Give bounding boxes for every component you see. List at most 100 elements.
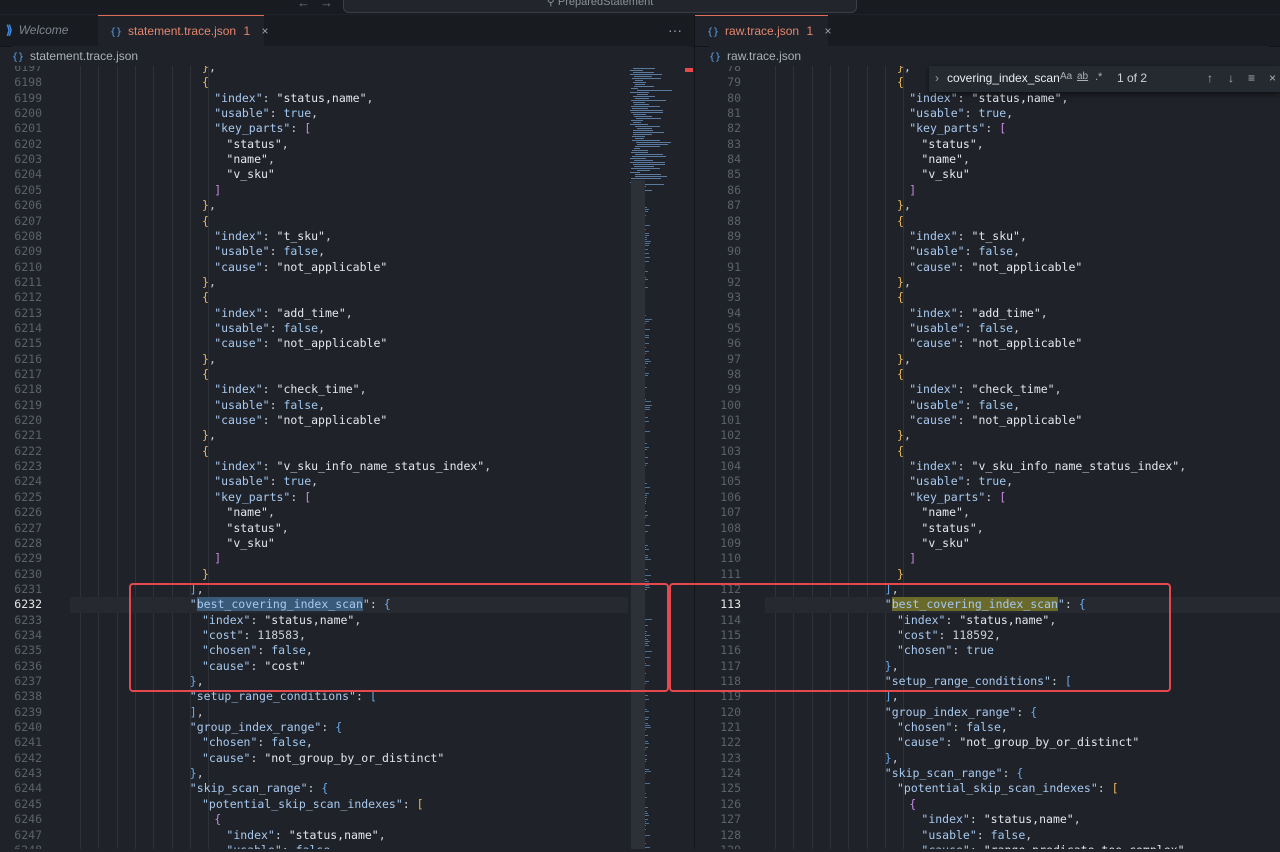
tab-raw-trace-json[interactable]: {} raw.trace.json 1 ×: [695, 15, 831, 46]
code-line[interactable]: 90 "usable": false,: [695, 244, 1280, 259]
code-line[interactable]: 105 "usable": true,: [695, 474, 1280, 489]
code-line[interactable]: 6246 {: [0, 812, 628, 827]
arrow-left-icon[interactable]: ←: [297, 0, 310, 10]
code-line[interactable]: 87},: [695, 198, 1280, 213]
code-line[interactable]: 100 "usable": false,: [695, 398, 1280, 413]
code-line[interactable]: 128 "usable": false,: [695, 828, 1280, 843]
code-line[interactable]: 6229]: [0, 551, 628, 566]
code-line[interactable]: 6215 "cause": "not_applicable": [0, 336, 628, 351]
code-line[interactable]: 6206},: [0, 198, 628, 213]
code-line[interactable]: 103 {: [695, 444, 1280, 459]
code-line[interactable]: 82 "key_parts": [: [695, 121, 1280, 136]
code-line[interactable]: 92},: [695, 275, 1280, 290]
code-line[interactable]: 6244 "skip_scan_range": {: [0, 781, 628, 796]
code-line[interactable]: 83 "status",: [695, 137, 1280, 152]
code-line[interactable]: 96 "cause": "not_applicable": [695, 336, 1280, 351]
code-line[interactable]: 6226 "name",: [0, 505, 628, 520]
code-line[interactable]: 88 {: [695, 214, 1280, 229]
code-line[interactable]: 6211},: [0, 275, 628, 290]
code-line[interactable]: 101 "cause": "not_applicable": [695, 413, 1280, 428]
code-line[interactable]: 6245 "potential_skip_scan_indexes": [: [0, 797, 628, 812]
code-line[interactable]: 6207 {: [0, 214, 628, 229]
code-line[interactable]: 6230}: [0, 567, 628, 582]
code-line[interactable]: 6199 "index": "status,name",: [0, 91, 628, 106]
code-line[interactable]: 6219 "usable": false,: [0, 398, 628, 413]
code-line[interactable]: 6243},: [0, 766, 628, 781]
tab-welcome[interactable]: ⟫ Welcome: [0, 15, 98, 46]
code-line[interactable]: 6222 {: [0, 444, 628, 459]
code-line[interactable]: 109 "v_sku": [695, 536, 1280, 551]
arrow-down-icon[interactable]: ↓: [1228, 71, 1234, 85]
code-line[interactable]: 6228 "v_sku": [0, 536, 628, 551]
code-line[interactable]: 6225 "key_parts": [: [0, 490, 628, 505]
whole-word-icon[interactable]: ab: [1077, 71, 1088, 82]
code-line[interactable]: 110]: [695, 551, 1280, 566]
code-line[interactable]: 97},: [695, 352, 1280, 367]
breadcrumb[interactable]: {} raw.trace.json: [709, 46, 1269, 66]
code-line[interactable]: 81 "usable": true,: [695, 106, 1280, 121]
code-line[interactable]: 6204 "v_sku": [0, 167, 628, 182]
code-line[interactable]: 121 "chosen": false,: [695, 720, 1280, 735]
find-input[interactable]: covering_index_scan: [947, 71, 1060, 85]
code-line[interactable]: 6241 "chosen": false,: [0, 735, 628, 750]
close-icon[interactable]: ×: [824, 24, 831, 38]
code-line[interactable]: 129 "cause": "range_predicate_too_complex…: [695, 843, 1280, 849]
code-line[interactable]: 93 {: [695, 290, 1280, 305]
editor-group-divider[interactable]: [694, 15, 695, 849]
code-line[interactable]: 111}: [695, 567, 1280, 582]
code-line[interactable]: 122 "cause": "not_group_by_or_distinct": [695, 735, 1280, 750]
code-line[interactable]: 102},: [695, 428, 1280, 443]
code-line[interactable]: 6213 "index": "add_time",: [0, 306, 628, 321]
close-icon[interactable]: ×: [261, 24, 268, 38]
code-line[interactable]: 6216},: [0, 352, 628, 367]
code-line[interactable]: 127 "index": "status,name",: [695, 812, 1280, 827]
breadcrumb[interactable]: {} statement.trace.json: [12, 46, 692, 66]
code-line[interactable]: 6248 "usable": false,: [0, 843, 628, 849]
code-line[interactable]: 6209 "usable": false,: [0, 244, 628, 259]
code-line[interactable]: 6224 "usable": true,: [0, 474, 628, 489]
code-line[interactable]: 86]: [695, 183, 1280, 198]
more-actions-icon[interactable]: ···: [668, 15, 682, 46]
code-line[interactable]: 85 "v_sku": [695, 167, 1280, 182]
code-line[interactable]: 6218 "index": "check_time",: [0, 382, 628, 397]
vertical-scrollbar[interactable]: [631, 180, 645, 849]
code-line[interactable]: 108 "status",: [695, 521, 1280, 536]
code-line[interactable]: 124 "skip_scan_range": {: [695, 766, 1280, 781]
find-in-selection-icon[interactable]: ≡: [1248, 71, 1255, 85]
right-editor[interactable]: 78}, 79 {80 "index": "status,name", 81 "usabl…: [695, 66, 1280, 849]
code-line[interactable]: 89 "index": "t_sku",: [695, 229, 1280, 244]
regex-icon[interactable]: .*: [1095, 71, 1102, 83]
tab-statement-trace-json[interactable]: {} statement.trace.json 1 ×: [98, 15, 269, 46]
code-line[interactable]: 123},: [695, 751, 1280, 766]
code-line[interactable]: 126 {: [695, 797, 1280, 812]
left-editor[interactable]: 6197}, 6198{6199 "index": "status,name", 62…: [0, 66, 628, 849]
code-line[interactable]: 6220 "cause": "not_applicable": [0, 413, 628, 428]
chevron-right-icon[interactable]: ›: [935, 71, 939, 85]
code-line[interactable]: 99 "index": "check_time",: [695, 382, 1280, 397]
match-case-icon[interactable]: Aa: [1060, 71, 1072, 82]
code-line[interactable]: 107 "name",: [695, 505, 1280, 520]
code-line[interactable]: 6197},: [0, 66, 628, 75]
code-line[interactable]: 6247 "index": "status,name",: [0, 828, 628, 843]
code-line[interactable]: 80 "index": "status,name",: [695, 91, 1280, 106]
code-line[interactable]: 6200 "usable": true,: [0, 106, 628, 121]
code-line[interactable]: 6221},: [0, 428, 628, 443]
code-line[interactable]: 91 "cause": "not_applicable": [695, 260, 1280, 275]
code-line[interactable]: 6198 {: [0, 75, 628, 90]
code-line[interactable]: 6208 "index": "t_sku",: [0, 229, 628, 244]
code-line[interactable]: 6205]: [0, 183, 628, 198]
code-line[interactable]: 6210 "cause": "not_applicable": [0, 260, 628, 275]
code-line[interactable]: 6201 "key_parts": [: [0, 121, 628, 136]
close-icon[interactable]: ×: [1269, 71, 1276, 85]
code-line[interactable]: 98 {: [695, 367, 1280, 382]
code-line[interactable]: 6239],: [0, 705, 628, 720]
code-line[interactable]: 84 "name",: [695, 152, 1280, 167]
code-line[interactable]: 6203 "name",: [0, 152, 628, 167]
arrow-up-icon[interactable]: ↑: [1207, 71, 1213, 85]
code-line[interactable]: 94 "index": "add_time",: [695, 306, 1280, 321]
code-line[interactable]: 6240 "group_index_range": {: [0, 720, 628, 735]
code-line[interactable]: 6227 "status",: [0, 521, 628, 536]
code-line[interactable]: 120 "group_index_range": {: [695, 705, 1280, 720]
arrow-right-icon[interactable]: →: [320, 0, 333, 10]
code-line[interactable]: 6214 "usable": false,: [0, 321, 628, 336]
